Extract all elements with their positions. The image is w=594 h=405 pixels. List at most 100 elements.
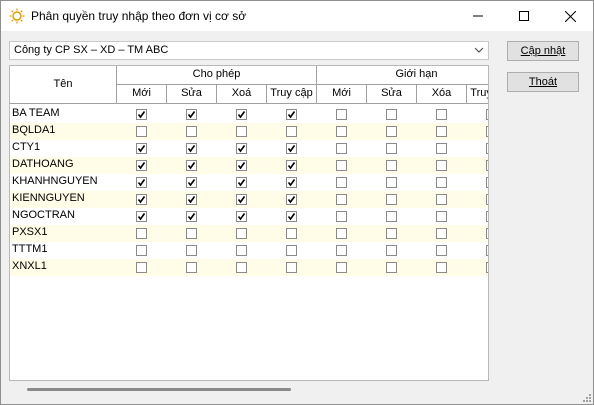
checkbox-unchecked[interactable]	[386, 143, 397, 154]
checkbox-unchecked[interactable]	[486, 143, 488, 154]
checkbox-unchecked[interactable]	[136, 245, 147, 256]
checkbox-unchecked[interactable]	[386, 262, 397, 273]
checkbox-unchecked[interactable]	[436, 143, 447, 154]
checkbox-unchecked[interactable]	[136, 228, 147, 239]
checkbox-unchecked[interactable]	[336, 160, 347, 171]
row-name: BQLDA1	[12, 124, 56, 136]
checkbox-unchecked[interactable]	[436, 211, 447, 222]
checkbox-unchecked[interactable]	[236, 262, 247, 273]
checkbox-unchecked[interactable]	[136, 262, 147, 273]
checkbox-unchecked[interactable]	[386, 228, 397, 239]
update-button[interactable]: Cập nhật	[507, 41, 579, 61]
checkbox-unchecked[interactable]	[286, 245, 297, 256]
checkbox-checked[interactable]	[186, 194, 197, 205]
table-row: KHANHNGUYEN	[10, 174, 488, 191]
checkbox-unchecked[interactable]	[436, 262, 447, 273]
checkbox-checked[interactable]	[186, 109, 197, 120]
checkbox-unchecked[interactable]	[436, 228, 447, 239]
checkbox-checked[interactable]	[236, 194, 247, 205]
checkbox-unchecked[interactable]	[186, 245, 197, 256]
checkbox-checked[interactable]	[286, 194, 297, 205]
checkbox-unchecked[interactable]	[386, 126, 397, 137]
checkbox-unchecked[interactable]	[336, 228, 347, 239]
checkbox-unchecked[interactable]	[486, 109, 488, 120]
checkbox-unchecked[interactable]	[186, 262, 197, 273]
checkbox-unchecked[interactable]	[386, 245, 397, 256]
checkbox-checked[interactable]	[236, 211, 247, 222]
checkbox-unchecked[interactable]	[336, 245, 347, 256]
checkbox-unchecked[interactable]	[486, 262, 488, 273]
checkbox-checked[interactable]	[186, 160, 197, 171]
checkbox-checked[interactable]	[136, 194, 147, 205]
exit-button-label: Thoát	[528, 76, 558, 88]
checkbox-unchecked[interactable]	[386, 177, 397, 188]
maximize-button[interactable]	[501, 1, 547, 31]
checkbox-unchecked[interactable]	[336, 194, 347, 205]
checkbox-unchecked[interactable]	[286, 126, 297, 137]
exit-button[interactable]: Thoát	[507, 72, 579, 92]
checkbox-unchecked[interactable]	[486, 194, 488, 205]
checkbox-unchecked[interactable]	[336, 143, 347, 154]
row-name: KHANHNGUYEN	[12, 175, 98, 187]
subcolumn-header: Sửa	[367, 85, 417, 104]
checkbox-checked[interactable]	[186, 177, 197, 188]
checkbox-checked[interactable]	[136, 160, 147, 171]
checkbox-unchecked[interactable]	[136, 126, 147, 137]
checkbox-unchecked[interactable]	[336, 211, 347, 222]
checkbox-unchecked[interactable]	[486, 245, 488, 256]
checkbox-unchecked[interactable]	[336, 177, 347, 188]
checkbox-checked[interactable]	[136, 143, 147, 154]
checkbox-unchecked[interactable]	[186, 126, 197, 137]
checkbox-checked[interactable]	[136, 109, 147, 120]
checkbox-unchecked[interactable]	[486, 177, 488, 188]
minimize-button[interactable]	[455, 1, 501, 31]
checkbox-unchecked[interactable]	[336, 126, 347, 137]
checkbox-checked[interactable]	[236, 109, 247, 120]
checkbox-checked[interactable]	[286, 109, 297, 120]
checkbox-checked[interactable]	[286, 143, 297, 154]
checkbox-unchecked[interactable]	[486, 211, 488, 222]
subcolumn-header: Xoá	[217, 85, 267, 104]
resize-grip-icon[interactable]	[581, 392, 591, 402]
checkbox-checked[interactable]	[236, 177, 247, 188]
checkbox-unchecked[interactable]	[486, 160, 488, 171]
scrollbar-thumb[interactable]	[27, 388, 291, 391]
checkbox-unchecked[interactable]	[186, 228, 197, 239]
subcolumn-header: Sửa	[167, 85, 217, 104]
checkbox-unchecked[interactable]	[436, 245, 447, 256]
checkbox-unchecked[interactable]	[436, 160, 447, 171]
checkbox-checked[interactable]	[286, 211, 297, 222]
checkbox-unchecked[interactable]	[436, 177, 447, 188]
checkbox-checked[interactable]	[136, 177, 147, 188]
checkbox-unchecked[interactable]	[286, 262, 297, 273]
checkbox-checked[interactable]	[186, 211, 197, 222]
checkbox-checked[interactable]	[236, 160, 247, 171]
table-row: BA TEAM	[10, 106, 488, 123]
checkbox-unchecked[interactable]	[286, 228, 297, 239]
checkbox-unchecked[interactable]	[386, 194, 397, 205]
checkbox-unchecked[interactable]	[436, 126, 447, 137]
checkbox-unchecked[interactable]	[486, 228, 488, 239]
checkbox-unchecked[interactable]	[386, 211, 397, 222]
checkbox-checked[interactable]	[136, 211, 147, 222]
company-select[interactable]: Công ty CP SX – XD – TM ABC	[9, 41, 489, 60]
checkbox-unchecked[interactable]	[386, 160, 397, 171]
checkbox-unchecked[interactable]	[236, 126, 247, 137]
checkbox-unchecked[interactable]	[436, 194, 447, 205]
grid-header: Tên Cho phép Giới hạn Mới Sửa Xoá Truy cập M…	[10, 66, 488, 104]
checkbox-unchecked[interactable]	[336, 109, 347, 120]
checkbox-unchecked[interactable]	[436, 109, 447, 120]
limit-group-header: Giới hạn	[317, 66, 488, 85]
checkbox-checked[interactable]	[186, 143, 197, 154]
checkbox-checked[interactable]	[286, 177, 297, 188]
chevron-down-icon	[474, 47, 484, 53]
checkbox-checked[interactable]	[236, 143, 247, 154]
checkbox-unchecked[interactable]	[486, 126, 488, 137]
horizontal-scrollbar[interactable]	[9, 381, 489, 398]
checkbox-unchecked[interactable]	[336, 262, 347, 273]
close-button[interactable]	[547, 1, 593, 31]
checkbox-unchecked[interactable]	[386, 109, 397, 120]
checkbox-checked[interactable]	[286, 160, 297, 171]
checkbox-unchecked[interactable]	[236, 245, 247, 256]
checkbox-unchecked[interactable]	[236, 228, 247, 239]
